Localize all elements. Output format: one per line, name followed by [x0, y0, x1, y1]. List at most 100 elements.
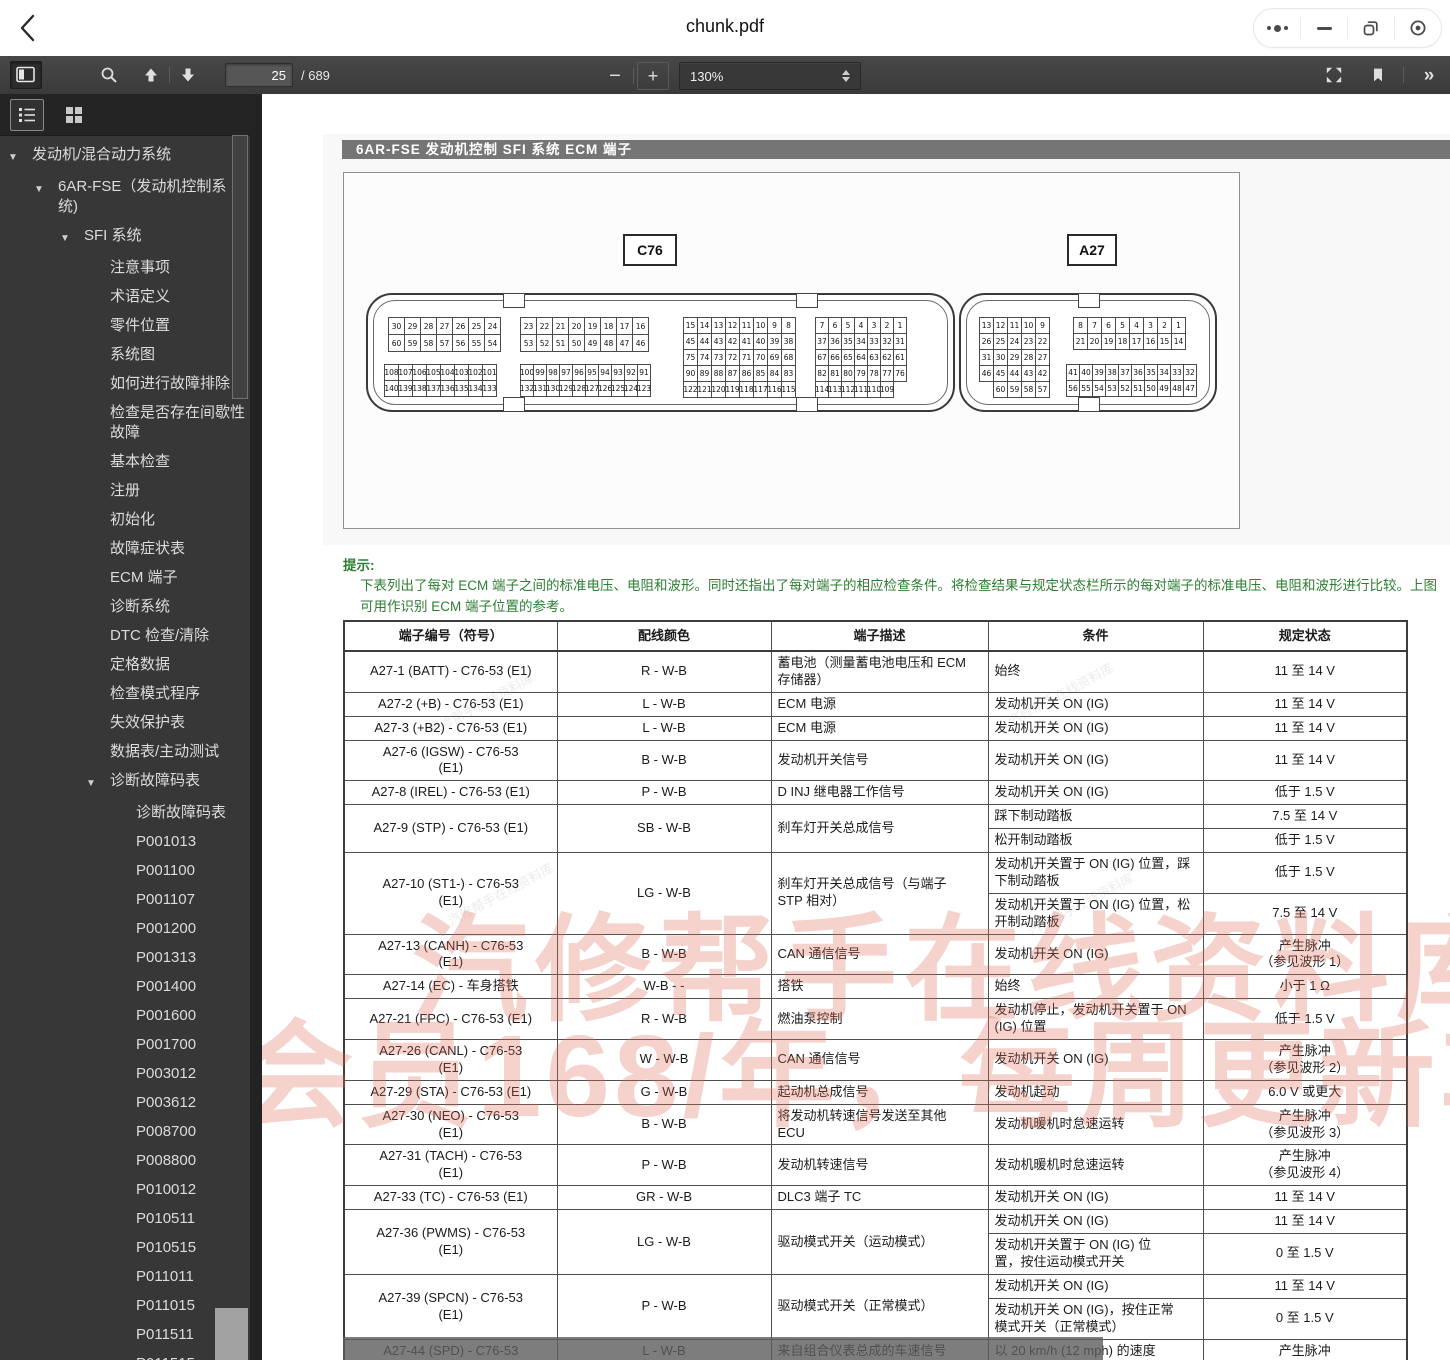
- pin-cell: 47: [616, 334, 633, 352]
- minimize-button[interactable]: [1301, 9, 1347, 47]
- presentation-mode-button[interactable]: [1319, 62, 1349, 88]
- table-cell: 发动机开关 ON (IG): [988, 781, 1203, 805]
- thumbnails-view-button[interactable]: [58, 100, 90, 130]
- zoom-select[interactable]: 130%: [679, 62, 861, 90]
- bookmark-button[interactable]: [1363, 62, 1393, 88]
- collapse-arrow-icon[interactable]: ▼: [60, 226, 84, 249]
- table-cell: 发动机开关 ON (IG)，按住正常 模式开关（正常模式）: [988, 1298, 1203, 1339]
- sidebar-item[interactable]: 基本检查: [0, 448, 250, 477]
- sidebar-item[interactable]: P001313: [0, 944, 250, 973]
- sidebar-item[interactable]: P011015: [0, 1292, 250, 1321]
- sidebar-item[interactable]: 系统图: [0, 341, 250, 370]
- table-header-cell: 条件: [988, 621, 1203, 651]
- connector-tab: [1078, 293, 1100, 308]
- sidebar-item[interactable]: 零件位置: [0, 312, 250, 341]
- pin-cell: 1: [1171, 317, 1186, 334]
- pin-cell: 14: [1171, 333, 1186, 350]
- sidebar-item[interactable]: P010012: [0, 1176, 250, 1205]
- sidebar-item-label: 注意事项: [110, 258, 170, 278]
- sidebar-item[interactable]: P003612: [0, 1089, 250, 1118]
- pin-cell: 39: [1092, 364, 1106, 381]
- sidebar-item[interactable]: 诊断系统: [0, 593, 250, 622]
- pin-cell: 2: [880, 317, 894, 334]
- close-button[interactable]: [1395, 9, 1441, 47]
- sidebar-item[interactable]: ▼6AR-FSE（发动机控制系统): [0, 173, 250, 222]
- sidebar-item[interactable]: ▼SFI 系统: [0, 222, 250, 254]
- sidebar-item-label: P010515: [136, 1238, 196, 1258]
- pin-cell: 13: [711, 317, 726, 334]
- prev-page-button[interactable]: [136, 62, 166, 88]
- page-number-input[interactable]: [225, 63, 293, 87]
- more-button[interactable]: [1254, 9, 1300, 47]
- sidebar-item[interactable]: 定格数据: [0, 651, 250, 680]
- outline-view-button[interactable]: [10, 99, 44, 131]
- sidebar-toggle-button[interactable]: [10, 61, 42, 89]
- pin-cell: 75: [683, 349, 698, 366]
- sidebar-item[interactable]: 检查模式程序: [0, 680, 250, 709]
- sidebar-item[interactable]: P001400: [0, 973, 250, 1002]
- collapse-arrow-icon[interactable]: ▼: [86, 771, 110, 794]
- sidebar-item[interactable]: P010511: [0, 1205, 250, 1234]
- sidebar-item[interactable]: 故障症状表: [0, 535, 250, 564]
- sidebar-item[interactable]: P001013: [0, 828, 250, 857]
- sidebar-item[interactable]: P001107: [0, 886, 250, 915]
- pin-cell: 70: [753, 349, 768, 366]
- sidebar-item[interactable]: P008700: [0, 1118, 250, 1147]
- sidebar-item-label: P001313: [136, 948, 196, 968]
- pin-cell: 17: [616, 317, 633, 335]
- sidebar-item[interactable]: 诊断故障码表: [0, 799, 250, 828]
- connector-tab: [796, 397, 818, 412]
- sidebar-item[interactable]: P011011: [0, 1263, 250, 1292]
- sidebar-item-label: P001013: [136, 832, 196, 852]
- table-cell: ECM 电源: [771, 716, 988, 740]
- pin-cell: 7: [1087, 317, 1102, 334]
- sidebar-item[interactable]: DTC 检查/清除: [0, 622, 250, 651]
- sidebar-item[interactable]: P001100: [0, 857, 250, 886]
- next-page-button[interactable]: [173, 62, 203, 88]
- sidebar-item[interactable]: P011515: [0, 1350, 250, 1360]
- sidebar-item[interactable]: 数据表/主动测试: [0, 738, 250, 767]
- table-cell: 低于 1.5 V: [1203, 829, 1407, 853]
- sidebar-item[interactable]: P001200: [0, 915, 250, 944]
- sidebar-item[interactable]: 术语定义: [0, 283, 250, 312]
- table-cell: G - W-B: [557, 1080, 771, 1104]
- sidebar-item[interactable]: P001600: [0, 1002, 250, 1031]
- sidebar-item[interactable]: P008800: [0, 1147, 250, 1176]
- pin-cell: 120: [711, 381, 726, 398]
- search-button[interactable]: [94, 62, 124, 88]
- sidebar-item[interactable]: 初始化: [0, 506, 250, 535]
- table-cell: A27-14 (EC) - 车身搭铁: [344, 975, 557, 999]
- table-row: A27-33 (TC) - C76-53 (E1)GR - W-BDLC3 端子…: [344, 1186, 1407, 1210]
- pin-cell: 24: [1007, 333, 1022, 350]
- sidebar-item[interactable]: P011511: [0, 1321, 250, 1350]
- table-cell: 驱动模式开关（运动模式）: [771, 1210, 988, 1275]
- collapse-arrow-icon[interactable]: ▼: [34, 177, 58, 200]
- sidebar-item[interactable]: 检查是否存在间歇性故障: [0, 399, 250, 448]
- sidebar-item[interactable]: ▼诊断故障码表: [0, 767, 250, 799]
- sidebar-item[interactable]: P003012: [0, 1060, 250, 1089]
- sidebar-item[interactable]: 注册: [0, 477, 250, 506]
- pin-cell: 26: [452, 317, 469, 335]
- more-tools-button[interactable]: »: [1414, 62, 1444, 88]
- table-cell: 发动机暖机时怠速运转: [988, 1104, 1203, 1145]
- collapse-arrow-icon[interactable]: ▼: [8, 145, 32, 168]
- sidebar-item[interactable]: P001700: [0, 1031, 250, 1060]
- table-cell: A27-26 (CANL) - C76-53 (E1): [344, 1040, 557, 1081]
- pin-cell: 90: [683, 365, 698, 382]
- table-row: A27-1 (BATT) - C76-53 (E1)R - W-B蓄电池（测量蓄…: [344, 651, 1407, 692]
- float-window-button[interactable]: [1348, 9, 1394, 47]
- pin-cell: 38: [1105, 364, 1119, 381]
- sidebar-item[interactable]: ECM 端子: [0, 564, 250, 593]
- sidebar-item[interactable]: 失效保护表: [0, 709, 250, 738]
- zoom-out-button[interactable]: −: [600, 63, 630, 89]
- pin-grid: 876543212120191817161514: [1073, 317, 1185, 349]
- sidebar-scrollbar-thumb[interactable]: [232, 135, 248, 399]
- sidebar-item[interactable]: 注意事项: [0, 254, 250, 283]
- sidebar-resizer[interactable]: [250, 94, 262, 1360]
- table-row: A27-8 (IREL) - C76-53 (E1)P - W-BD INJ 继…: [344, 781, 1407, 805]
- sidebar-item[interactable]: ▼发动机/混合动力系统: [0, 141, 250, 173]
- sidebar-item[interactable]: P010515: [0, 1234, 250, 1263]
- sidebar-item[interactable]: 如何进行故障排除: [0, 370, 250, 399]
- zoom-in-button[interactable]: +: [637, 62, 669, 90]
- table-cell: 产生脉冲 （参见波形 3）: [1203, 1104, 1407, 1145]
